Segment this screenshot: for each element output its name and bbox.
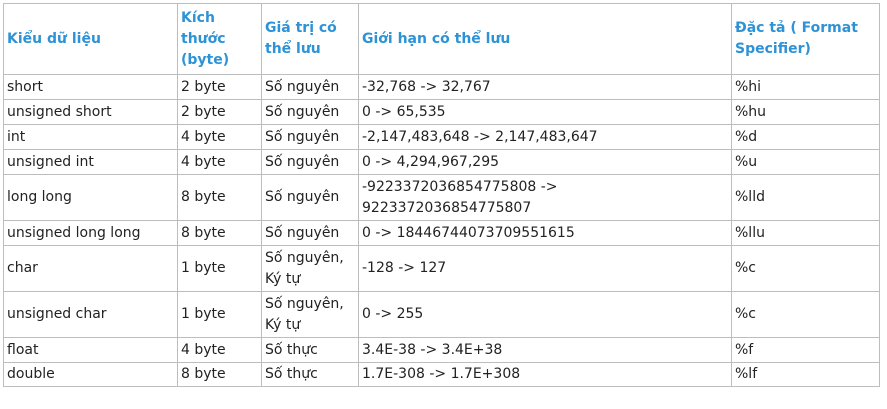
cell-type: double <box>3 362 178 387</box>
cell-range: 0 -> 255 <box>358 291 732 338</box>
cell-range: 0 -> 4,294,967,295 <box>358 149 732 175</box>
cell-type: unsigned int <box>3 149 178 175</box>
cell-value-kind: Số nguyên, Ký tự <box>261 245 359 292</box>
cell-value-kind: Số nguyên <box>261 99 359 125</box>
cell-size: 1 byte <box>177 291 262 338</box>
cell-value-kind: Số nguyên, Ký tự <box>261 291 359 338</box>
cell-range: -2,147,483,648 -> 2,147,483,647 <box>358 124 732 150</box>
cell-size: 4 byte <box>177 149 262 175</box>
cell-format: %hi <box>731 74 880 100</box>
cell-size: 8 byte <box>177 174 262 221</box>
header-value-kind: Giá trị có thể lưu <box>261 3 359 75</box>
cell-size: 4 byte <box>177 124 262 150</box>
header-row: Kiểu dữ liệu Kích thước (byte) Giá trị c… <box>3 3 880 75</box>
header-range: Giới hạn có thể lưu <box>358 3 732 75</box>
data-types-table: Kiểu dữ liệu Kích thước (byte) Giá trị c… <box>3 3 880 387</box>
cell-value-kind: Số nguyên <box>261 74 359 100</box>
cell-range: 0 -> 18446744073709551615 <box>358 220 732 246</box>
cell-format: %d <box>731 124 880 150</box>
header-size: Kích thước (byte) <box>177 3 262 75</box>
cell-type: unsigned short <box>3 99 178 125</box>
cell-range: 3.4E-38 -> 3.4E+38 <box>358 337 732 363</box>
cell-format: %lld <box>731 174 880 221</box>
table-row: char 1 byte Số nguyên, Ký tự -128 -> 127… <box>3 245 880 292</box>
cell-size: 8 byte <box>177 362 262 387</box>
cell-format: %llu <box>731 220 880 246</box>
cell-value-kind: Số thực <box>261 362 359 387</box>
table-row: unsigned char 1 byte Số nguyên, Ký tự 0 … <box>3 291 880 338</box>
cell-type: long long <box>3 174 178 221</box>
cell-format: %f <box>731 337 880 363</box>
page: Kiểu dữ liệu Kích thước (byte) Giá trị c… <box>0 0 887 409</box>
cell-value-kind: Số nguyên <box>261 174 359 221</box>
cell-format: %lf <box>731 362 880 387</box>
cell-range: -9223372036854775808 -> 9223372036854775… <box>358 174 732 221</box>
cell-size: 1 byte <box>177 245 262 292</box>
cell-format: %hu <box>731 99 880 125</box>
table-row: unsigned short 2 byte Số nguyên 0 -> 65,… <box>3 99 880 125</box>
cell-type: short <box>3 74 178 100</box>
cell-format: %c <box>731 245 880 292</box>
table-row: double 8 byte Số thực 1.7E-308 -> 1.7E+3… <box>3 362 880 387</box>
cell-size: 4 byte <box>177 337 262 363</box>
cell-range: 1.7E-308 -> 1.7E+308 <box>358 362 732 387</box>
cell-type: unsigned long long <box>3 220 178 246</box>
table-row: unsigned int 4 byte Số nguyên 0 -> 4,294… <box>3 149 880 175</box>
cell-range: 0 -> 65,535 <box>358 99 732 125</box>
cell-type: float <box>3 337 178 363</box>
table-row: int 4 byte Số nguyên -2,147,483,648 -> 2… <box>3 124 880 150</box>
table-row: long long 8 byte Số nguyên -922337203685… <box>3 174 880 221</box>
cell-format: %u <box>731 149 880 175</box>
cell-value-kind: Số nguyên <box>261 220 359 246</box>
table-row: short 2 byte Số nguyên -32,768 -> 32,767… <box>3 74 880 100</box>
header-data-type: Kiểu dữ liệu <box>3 3 178 75</box>
cell-size: 2 byte <box>177 99 262 125</box>
cell-size: 2 byte <box>177 74 262 100</box>
cell-type: unsigned char <box>3 291 178 338</box>
cell-format: %c <box>731 291 880 338</box>
cell-type: char <box>3 245 178 292</box>
cell-value-kind: Số nguyên <box>261 149 359 175</box>
header-format-specifier: Đặc tả ( Format Specifier) <box>731 3 880 75</box>
cell-value-kind: Số nguyên <box>261 124 359 150</box>
cell-range: -128 -> 127 <box>358 245 732 292</box>
table-row: float 4 byte Số thực 3.4E-38 -> 3.4E+38 … <box>3 337 880 363</box>
table-row: unsigned long long 8 byte Số nguyên 0 ->… <box>3 220 880 246</box>
cell-range: -32,768 -> 32,767 <box>358 74 732 100</box>
cell-size: 8 byte <box>177 220 262 246</box>
cell-value-kind: Số thực <box>261 337 359 363</box>
cell-type: int <box>3 124 178 150</box>
